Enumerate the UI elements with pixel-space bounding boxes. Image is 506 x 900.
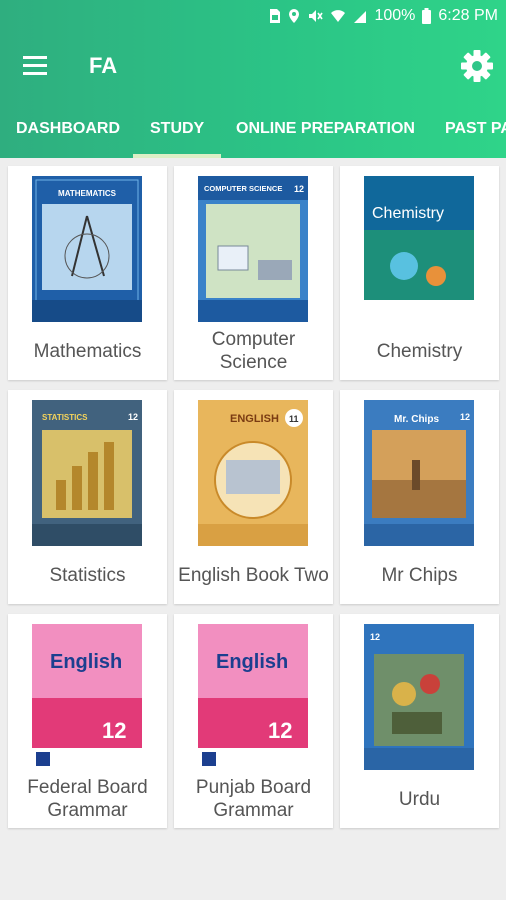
cover-grade: 12 [294,184,304,194]
tab-online-preparation[interactable]: ONLINE PREPARATION [236,104,415,158]
book-card-computer-science[interactable]: COMPUTER SCIENCE 12 Computer Science [174,166,333,380]
signal-icon [353,8,367,24]
cover-title: English [50,651,122,673]
mr-chips-cover-image: Mr. Chips 12 [364,400,474,546]
book-title: Statistics [49,564,126,586]
cover-title: English [216,651,288,673]
menu-button[interactable] [22,54,48,76]
book-title: Punjab Board Grammar [195,777,312,821]
book-title: Computer Science [211,329,296,373]
chemistry-cover-image: Chemistry [364,176,474,322]
mute-icon [307,8,324,24]
federal-board-grammar-cover-image: English 12 [32,624,142,770]
urdu-cover-image: 12 [364,624,474,770]
book-title: Mr Chips [381,564,458,586]
tab-dashboard[interactable]: DASHBOARD [16,104,120,158]
tab-indicator [133,154,221,158]
book-card-statistics[interactable]: STATISTICS 12 Statistics [8,390,167,604]
book-card-english-book-two[interactable]: ENGLISH 11 English Book Two [174,390,333,604]
app-bar: 100% 6:28 PM FA DASHBOARD STUDY ONLINE P… [0,0,506,158]
english-book-two-cover-image: ENGLISH 11 [198,400,308,546]
book-title: Urdu [398,788,441,810]
tab-study[interactable]: STUDY [150,104,204,158]
book-card-urdu[interactable]: 12 Urdu [340,614,499,828]
book-title: Mathematics [33,340,142,362]
cover-title: ENGLISH [230,413,279,425]
book-card-federal-board-grammar[interactable]: English 12 Federal Board Grammar [8,614,167,828]
book-card-punjab-board-grammar[interactable]: English 12 Punjab Board Grammar [174,614,333,828]
cover-grade: 12 [102,718,126,743]
cover-title: Mr. Chips [394,414,439,425]
cover-grade: 11 [289,414,299,424]
toolbar: FA [0,36,506,96]
battery-percent: 100% [374,7,416,24]
settings-button[interactable] [460,49,494,83]
cover-grade: 12 [460,412,470,422]
book-title: Federal Board Grammar [27,777,148,821]
cover-title: MATHEMATICS [58,189,117,198]
statistics-cover-image: STATISTICS 12 [32,400,142,546]
punjab-board-grammar-cover-image: English 12 [198,624,308,770]
sim-icon [269,8,281,24]
location-icon [288,8,300,24]
gear-icon [461,50,493,82]
book-card-mathematics[interactable]: MATHEMATICS Mathematics [8,166,167,380]
cover-title: COMPUTER SCIENCE [204,184,282,193]
tab-past-papers[interactable]: PAST PA [445,104,506,158]
wifi-icon [330,8,346,24]
battery-icon [422,8,432,24]
hamburger-menu-icon [23,56,47,75]
status-bar: 100% 6:28 PM [0,0,506,32]
cover-title: Chemistry [372,205,444,222]
app-title: FA [89,53,118,78]
book-card-chemistry[interactable]: Chemistry Chemistry [340,166,499,380]
cover-title: STATISTICS [42,413,88,422]
cover-grade: 12 [128,412,138,422]
clock-time: 6:28 PM [438,7,498,24]
mathematics-cover-image: MATHEMATICS [32,176,142,322]
book-title: Chemistry [376,340,463,362]
book-card-mr-chips[interactable]: Mr. Chips 12 Mr Chips [340,390,499,604]
cover-grade: 12 [268,718,292,743]
book-title: English Book Two [178,564,329,586]
cover-grade: 12 [370,632,380,642]
computer-science-cover-image: COMPUTER SCIENCE 12 [198,176,308,322]
